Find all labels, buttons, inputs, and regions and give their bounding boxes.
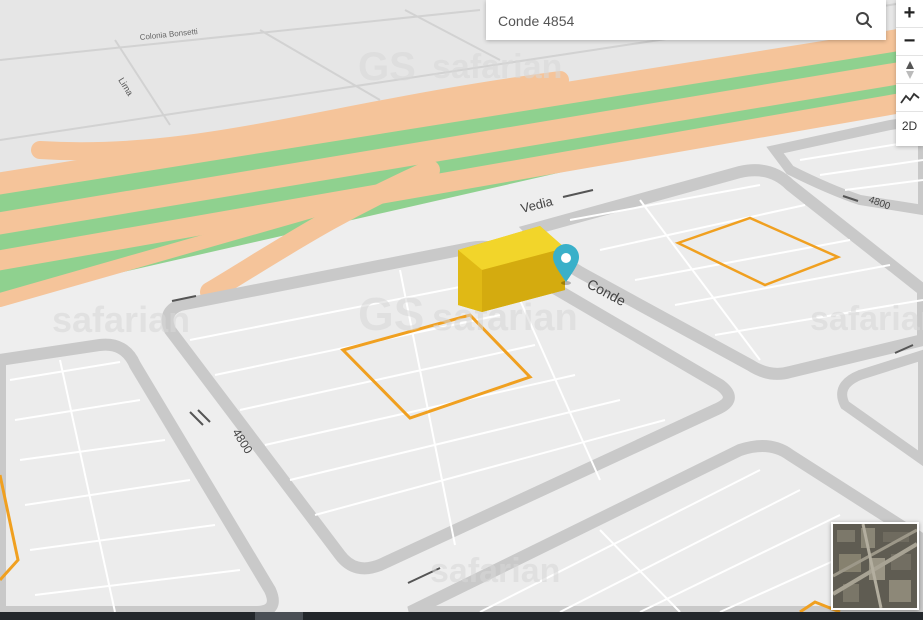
status-bar-segment	[255, 612, 303, 620]
compass-button[interactable]	[896, 56, 923, 84]
map-controls: + − 2D	[896, 0, 923, 146]
watermark-logo: GS	[358, 45, 416, 89]
elevation-profile-icon	[899, 92, 920, 104]
compass-icon	[905, 60, 914, 79]
zoom-out-button[interactable]: −	[896, 28, 923, 56]
watermark-text: safarian	[810, 300, 923, 338]
search-box	[486, 0, 886, 40]
watermark-text: safarian	[430, 552, 560, 590]
watermark-text: safarian	[52, 299, 190, 340]
search-button[interactable]	[850, 6, 878, 34]
satellite-thumbnail-icon	[833, 524, 917, 608]
view-mode-toggle[interactable]: 2D	[896, 112, 923, 140]
watermark-text: safarian	[432, 48, 562, 86]
map-canvas[interactable]: Vedia Conde 4800 4800 Lima Colonia Bonse…	[0, 0, 923, 620]
search-input[interactable]	[496, 10, 840, 32]
bottom-status-bar	[0, 612, 923, 620]
watermark-logo: GS	[358, 288, 424, 340]
search-icon	[856, 12, 872, 28]
zoom-in-button[interactable]: +	[896, 0, 923, 28]
elevation-profile-button[interactable]	[896, 84, 923, 112]
satellite-layer-toggle[interactable]	[831, 522, 919, 610]
